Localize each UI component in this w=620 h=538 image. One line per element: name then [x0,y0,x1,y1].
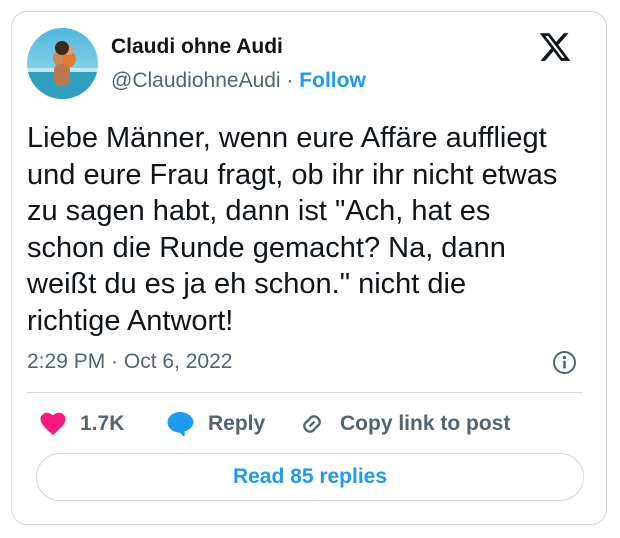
profile-photo-icon [27,28,98,99]
like-button[interactable]: 1.7K [40,409,124,439]
author-handle-row: @ClaudiohneAudi · Follow [111,69,366,93]
copy-link-label: Copy link to post [340,412,511,435]
speech-bubble-icon [167,412,194,437]
follow-button[interactable]: Follow [299,69,366,92]
read-replies-button[interactable]: Read 85 replies [36,453,584,501]
x-logo-icon[interactable] [538,30,572,64]
author-avatar[interactable] [27,28,98,99]
author-display-name[interactable]: Claudi ohne Audi [111,35,283,59]
handle-separator: · [286,69,294,92]
reply-label: Reply [208,412,266,435]
like-count: 1.7K [80,412,125,435]
link-icon [303,415,321,433]
author-handle[interactable]: @ClaudiohneAudi [111,69,281,92]
heart-icon [40,412,66,436]
tweet-timestamp[interactable]: 2:29 PM · Oct 6, 2022 [27,350,232,374]
tweet-text: Liebe Männer, wenn eure Affäre auffliegt… [27,122,558,337]
reply-button[interactable]: Reply [166,409,265,439]
divider [27,392,583,393]
info-icon[interactable] [552,350,577,375]
copy-link-button[interactable]: Copy link to post [298,409,510,439]
